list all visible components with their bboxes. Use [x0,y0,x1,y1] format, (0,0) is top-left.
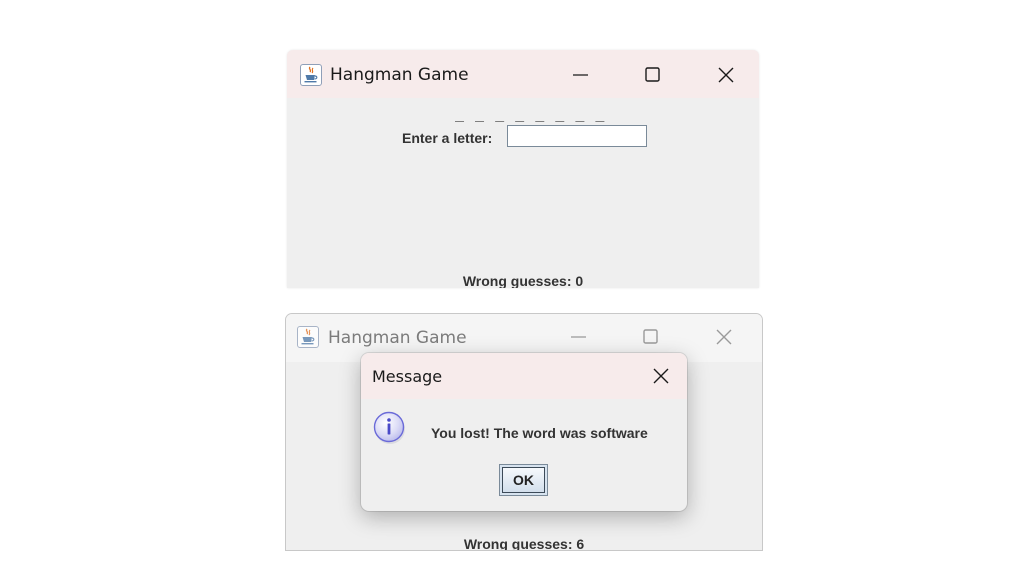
wrong-guesses-label: Wrong guesses: 0 [462,273,584,288]
letter-prompt-label: Enter a letter: [402,130,493,146]
minimize-icon[interactable] [571,65,591,85]
java-cup-icon [300,64,322,86]
close-icon[interactable] [716,65,736,85]
dialog-title-bar[interactable]: Message [361,353,687,399]
window-title: Hangman Game [330,65,469,85]
title-bar[interactable]: Hangman Game [287,50,759,98]
wrong-guesses-label: Wrong guesses: 6 [463,536,585,551]
minimize-icon[interactable] [569,327,589,347]
hidden-word: _ _ _ _ _ _ _ _ [455,104,606,122]
window-title: Hangman Game [328,328,467,348]
dialog-message: You lost! The word was software [431,425,648,441]
close-icon[interactable] [651,366,671,386]
message-dialog: Message You lost! The word was software … [361,353,687,511]
hangman-window-active: Hangman Game _ _ _ _ _ _ _ _ Enter a let… [287,50,759,288]
ok-button-label: OK [502,467,545,493]
screen: Hangman Game _ _ _ _ _ _ _ _ Enter a let… [0,0,1017,572]
close-icon[interactable] [714,327,734,347]
maximize-icon[interactable] [641,327,661,347]
ok-button[interactable]: OK [499,464,548,496]
dialog-title: Message [372,367,443,386]
info-icon [373,411,407,445]
letter-input[interactable] [507,125,647,147]
java-cup-icon [297,326,319,348]
maximize-icon[interactable] [643,65,663,85]
